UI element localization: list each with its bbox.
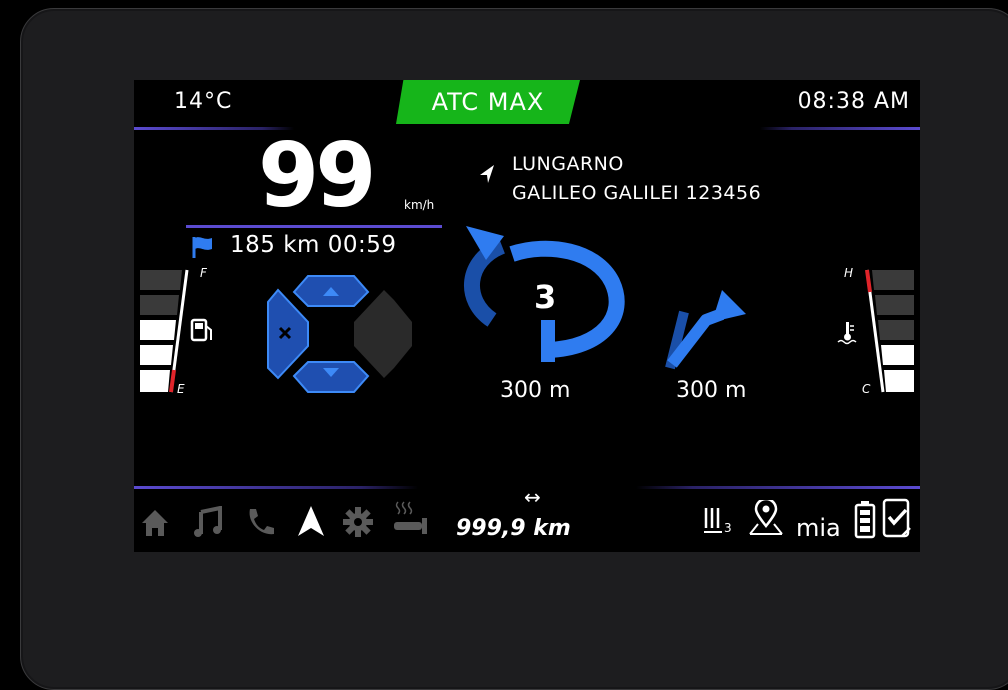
odometer-range-icon: ↔ [524,485,541,509]
next-turn-right-icon [665,290,746,370]
home-icon[interactable] [140,508,170,538]
street-line-1: LUNGARNO [512,153,624,175]
fuel-empty-label: E [177,382,185,396]
temp-cold-label: C [862,382,871,396]
clock: 08:38 AM [797,89,910,114]
fuel-gauge-segments [140,269,189,393]
next-turn-distance: 300 m [676,378,747,403]
speed-unit: km/h [404,198,435,212]
trip-remaining: 185 km 00:59 [230,232,397,258]
heated-grip-level-3-icon: 3 [704,508,732,535]
fuel-segment [140,270,182,290]
battery-icon [854,501,876,539]
location-arrow-icon [480,165,494,183]
fuel-full-label: F [200,266,207,280]
bottom-divider-left [134,486,418,489]
atc-label: ATC MAX [431,88,545,116]
temp-gauge-segments [865,269,914,393]
heated-grip-icon[interactable] [390,498,430,538]
fuel-gauge [140,269,212,393]
fuel-segment [140,295,179,315]
roundabout-distance: 300 m [500,378,571,403]
music-icon[interactable] [192,506,224,538]
joystick-right-button [354,290,412,378]
phone-icon[interactable] [244,506,276,538]
temp-segment [878,320,914,340]
ambient-temperature: 14°C [174,89,233,114]
navigation-arrow-icon[interactable] [296,504,326,538]
joystick-cancel-button [267,288,309,380]
joystick-up-button [292,275,370,307]
joystick-control-pad[interactable] [264,272,414,396]
street-line-2: GALILEO GALILEI 123456 [512,182,762,204]
atc-status-badge[interactable]: ATC MAX [396,80,580,124]
phone-connected-icon [882,498,911,538]
mia-logo: mia [796,514,841,542]
fuel-segment [140,370,170,392]
temp-segment [884,370,914,392]
temp-segment [881,345,914,365]
fuel-segment [140,345,173,365]
bottom-divider-right [636,486,920,489]
tft-display: 14°C ATC MAX 08:38 AM 99 km/h 185 km 00:… [134,80,920,552]
roundabout-exit-number: 3 [534,278,557,316]
fuel-pump-icon [190,318,212,342]
temp-segment [875,295,914,315]
coolant-temp-gauge [837,269,914,393]
map-pin-icon [749,500,783,535]
street-address: LUNGARNO GALILEO GALILEI 123456 [512,150,761,208]
odometer-value: 999,9 km [456,516,571,541]
coolant-thermometer-icon [837,322,857,345]
speed-divider [186,225,442,228]
temp-segment [872,270,914,290]
settings-icon[interactable] [342,506,374,538]
flag-icon [192,237,212,258]
svg-text:3: 3 [724,521,732,535]
joystick-down-button [292,361,370,393]
temp-hot-label: H [844,266,854,280]
top-divider-right [760,127,920,130]
speed-value: 99 [258,124,376,227]
fuel-segment [140,320,176,340]
